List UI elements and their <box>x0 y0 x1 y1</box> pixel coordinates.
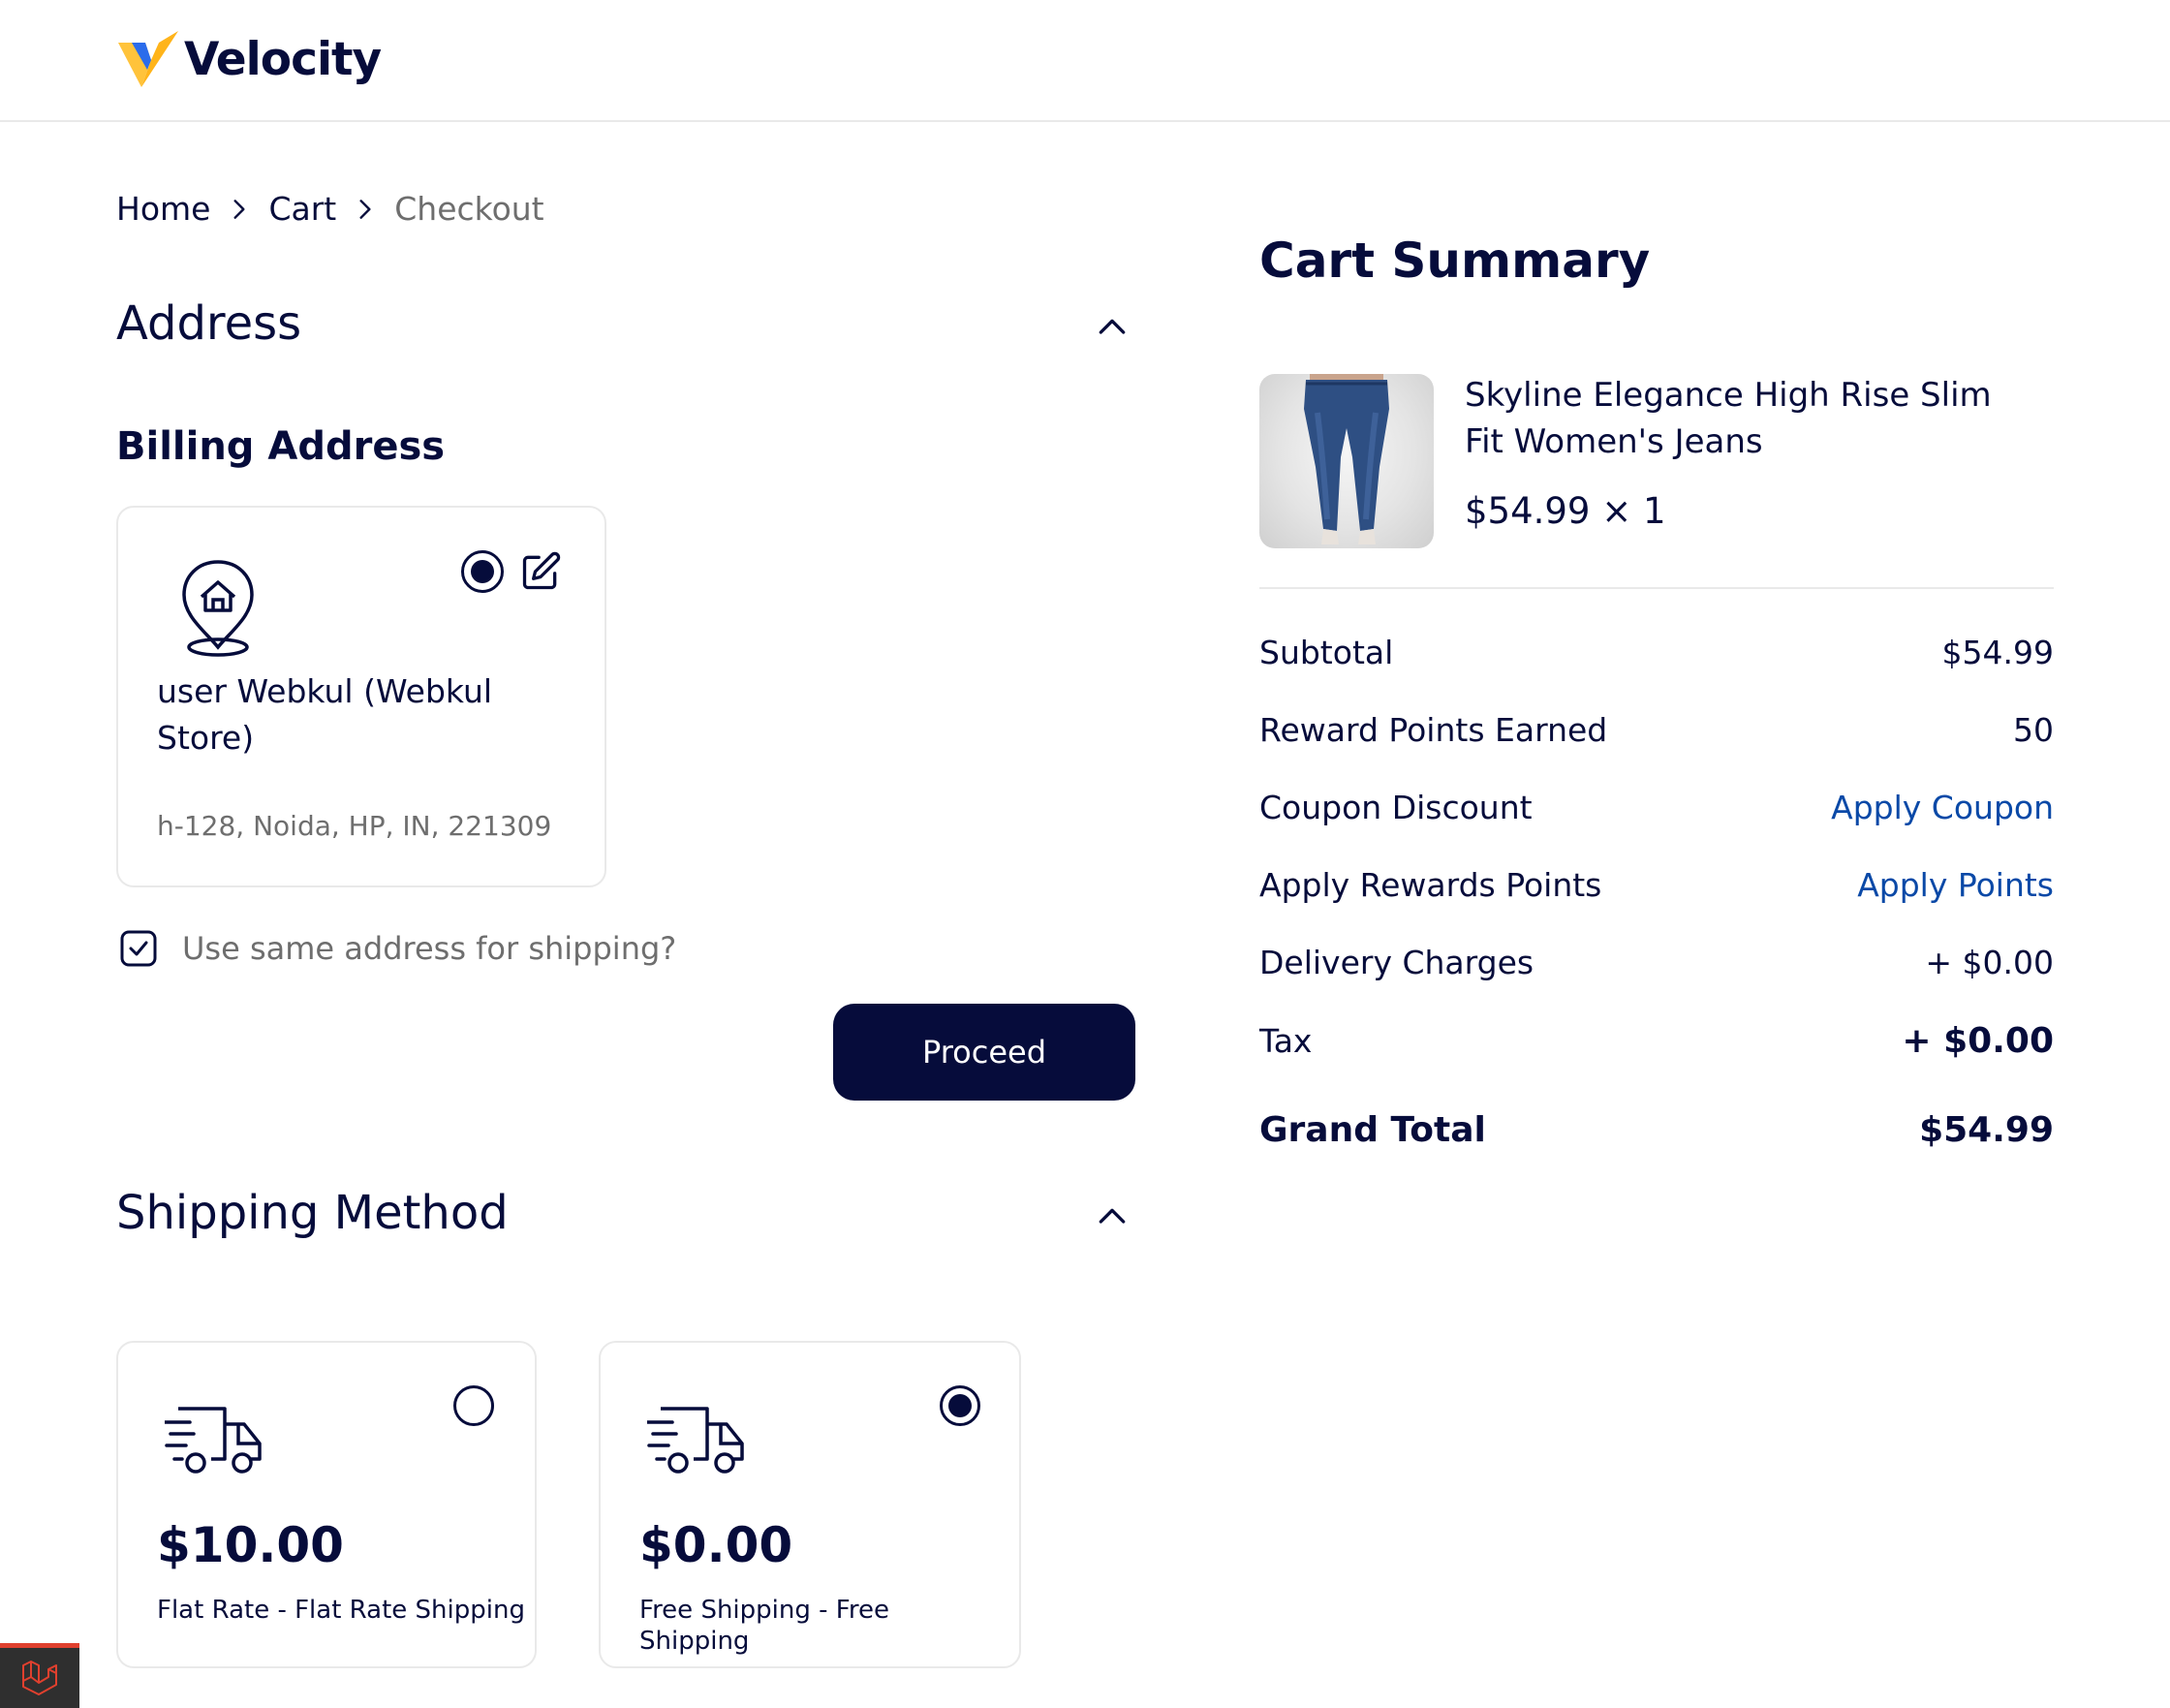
subtotal-label: Subtotal <box>1259 634 1394 671</box>
billing-address-radio[interactable] <box>461 550 504 593</box>
shipping-option-free[interactable]: $0.00 Free Shipping - Free Shipping <box>599 1341 1021 1668</box>
shipping-radio-flat-rate[interactable] <box>453 1385 494 1426</box>
same-address-label[interactable]: Use same address for shipping? <box>182 930 676 967</box>
address-name: user Webkul (Webkul Store) <box>157 672 493 757</box>
rewards-points-row: Apply Rewards Points Apply Points <box>1259 866 2054 904</box>
delivery-truck-icon <box>165 1407 262 1474</box>
delivery-charges-row: Delivery Charges + $0.00 <box>1259 944 2054 981</box>
coupon-row: Coupon Discount Apply Coupon <box>1259 789 2054 826</box>
delivery-charges-value: + $0.00 <box>1925 944 2054 981</box>
site-header: Velocity <box>0 0 2170 122</box>
chevron-right-icon <box>210 197 268 222</box>
breadcrumb-home[interactable]: Home <box>116 190 210 228</box>
velocity-logo-icon <box>118 31 178 87</box>
jeans-image <box>1304 374 1389 544</box>
chevron-up-icon[interactable] <box>1093 308 1132 347</box>
shipping-radio-free[interactable] <box>940 1385 980 1426</box>
subtotal-value: $54.99 <box>1941 634 2054 671</box>
reward-points-row: Reward Points Earned 50 <box>1259 711 2054 749</box>
edit-icon[interactable] <box>519 550 562 593</box>
summary-divider <box>1259 587 2054 589</box>
tax-label: Tax <box>1259 1022 1313 1060</box>
grand-total-value: $54.99 <box>1919 1110 2054 1150</box>
brand-logo[interactable]: Velocity <box>116 27 382 91</box>
product-price-qty: $54.99 × 1 <box>1465 490 1666 532</box>
apply-coupon-link[interactable]: Apply Coupon <box>1831 789 2054 826</box>
delivery-truck-icon <box>647 1407 744 1474</box>
chevron-up-icon[interactable] <box>1093 1197 1132 1236</box>
checkbox-checked-icon[interactable] <box>120 930 157 967</box>
shipping-method-title: Shipping Method <box>116 1186 509 1240</box>
product-name[interactable]: Skyline Elegance High Rise Slim Fit Wome… <box>1465 372 2007 465</box>
grand-total-row: Grand Total $54.99 <box>1259 1110 2054 1150</box>
laravel-icon <box>22 1661 57 1695</box>
breadcrumb: Home Cart Checkout <box>116 190 544 228</box>
shipping-label: Free Shipping - Free Shipping <box>639 1596 889 1656</box>
delivery-charges-label: Delivery Charges <box>1259 944 1534 981</box>
proceed-button[interactable]: Proceed <box>833 1004 1135 1101</box>
reward-points-value: 50 <box>2013 711 2054 749</box>
tax-value: + $0.00 <box>1902 1021 2054 1061</box>
grand-total-label: Grand Total <box>1259 1110 1486 1150</box>
apply-points-link[interactable]: Apply Points <box>1857 866 2054 904</box>
apply-rewards-label: Apply Rewards Points <box>1259 866 1602 904</box>
breadcrumb-checkout: Checkout <box>394 190 544 228</box>
shipping-label: Flat Rate - Flat Rate Shipping <box>157 1596 525 1625</box>
product-thumbnail[interactable] <box>1259 374 1434 548</box>
reward-points-label: Reward Points Earned <box>1259 711 1608 749</box>
brand-name: Velocity <box>184 32 382 86</box>
address-section-title: Address <box>116 296 302 351</box>
tax-row: Tax + $0.00 <box>1259 1021 2054 1061</box>
cart-summary-title: Cart Summary <box>1259 233 1651 289</box>
same-address-checkbox-row[interactable]: Use same address for shipping? <box>120 930 676 967</box>
home-location-icon <box>182 560 254 657</box>
shipping-price: $10.00 <box>157 1517 344 1573</box>
laravel-debugbar-toggle[interactable] <box>0 1643 79 1708</box>
billing-address-title: Billing Address <box>116 424 446 469</box>
shipping-price: $0.00 <box>639 1517 793 1573</box>
coupon-label: Coupon Discount <box>1259 789 1533 826</box>
chevron-right-icon <box>336 197 394 222</box>
shipping-option-flat-rate[interactable]: $10.00 Flat Rate - Flat Rate Shipping <box>116 1341 537 1668</box>
subtotal-row: Subtotal $54.99 <box>1259 634 2054 671</box>
address-line: h-128, Noida, HP, IN, 221309 <box>157 810 552 842</box>
billing-address-card[interactable]: user Webkul (Webkul Store) h-128, Noida,… <box>116 506 606 887</box>
breadcrumb-cart[interactable]: Cart <box>268 190 336 228</box>
